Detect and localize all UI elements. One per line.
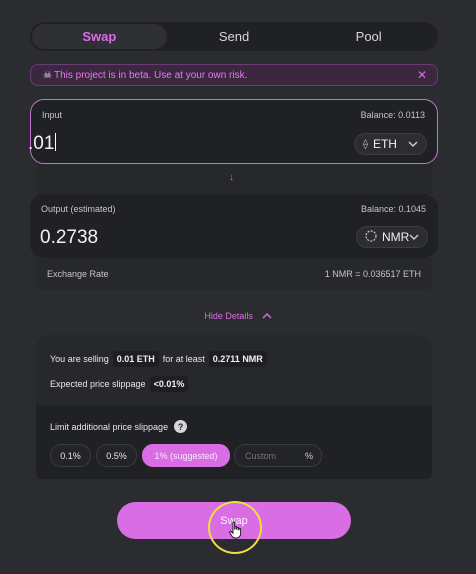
custom-slippage-input[interactable]	[245, 450, 301, 461]
slippage-option-0-1[interactable]: 0.1%	[50, 444, 91, 467]
chevron-down-icon	[408, 139, 418, 150]
tab-bar: Swap Send Pool	[30, 22, 438, 51]
input-token-selector[interactable]: ⟠ ETH	[354, 133, 427, 155]
input-token-symbol: ETH	[372, 137, 397, 151]
exchange-rate-label: Exchange Rate	[47, 269, 109, 279]
slippage-value: <0.01%	[149, 376, 189, 392]
arrow-down-icon[interactable]: ↓	[229, 172, 234, 183]
input-panel: Input Balance: 0.0113 .01 ⟠ ETH	[28, 99, 438, 164]
output-token-symbol: NMR	[382, 230, 410, 244]
selling-summary: You are selling 0.01 ETH for at least 0.…	[50, 351, 267, 367]
input-amount-field[interactable]: .01	[28, 133, 56, 155]
exchange-rate-value: 1 NMR = 0.036517 ETH	[324, 269, 421, 279]
chevron-down-icon	[409, 232, 419, 243]
min-received: 0.2711 NMR	[208, 351, 267, 367]
help-icon[interactable]: ?	[174, 420, 188, 433]
slippage-limit-section: Limit additional price slippage ? 0.1% 0…	[36, 405, 432, 479]
percent-unit: %	[304, 450, 313, 461]
output-token-selector[interactable]: NMR	[356, 226, 428, 248]
tab-pool[interactable]: Pool	[301, 24, 436, 49]
tab-send[interactable]: Send	[167, 24, 302, 49]
slippage-option-1-suggested[interactable]: 1% (suggested)	[142, 444, 230, 467]
hand-cursor-icon	[229, 521, 243, 544]
input-balance: Balance: 0.0113	[360, 110, 425, 120]
slippage-label: Expected price slippage	[50, 379, 146, 389]
slippage-limit-label: Limit additional price slippage	[50, 421, 169, 432]
skull-icon: ☠	[43, 69, 52, 81]
selling-amount: 0.01 ETH	[112, 351, 159, 367]
nmr-icon	[365, 229, 377, 245]
hide-details-toggle[interactable]: Hide Details	[0, 311, 476, 322]
output-label: Output (estimated)	[41, 204, 116, 214]
beta-warning-banner: ☠ This project is in beta. Use at your o…	[30, 64, 438, 86]
slippage-limit-label-row: Limit additional price slippage ?	[50, 420, 188, 433]
selling-prefix: You are selling	[50, 354, 109, 364]
swap-direction-strip	[36, 164, 432, 194]
details-panel: You are selling 0.01 ETH for at least 0.…	[36, 335, 432, 479]
slippage-summary: Expected price slippage <0.01%	[50, 376, 189, 392]
output-balance: Balance: 0.1045	[360, 204, 426, 214]
chevron-up-icon	[259, 311, 272, 322]
custom-slippage-field[interactable]: %	[234, 444, 322, 467]
beta-warning-text: This project is in beta. Use at your own…	[53, 69, 248, 81]
output-amount-field[interactable]: 0.2738	[40, 227, 98, 249]
tab-swap[interactable]: Swap	[32, 24, 167, 49]
output-panel: Output (estimated) Balance: 0.1045 0.273…	[30, 194, 438, 258]
hide-details-label: Hide Details	[204, 311, 253, 321]
slippage-option-0-5[interactable]: 0.5%	[96, 444, 137, 467]
selling-middle: for at least	[162, 354, 205, 364]
eth-icon: ⟠	[363, 138, 368, 150]
input-label: Input	[42, 110, 63, 120]
exchange-rate-row: Exchange Rate 1 NMR = 0.036517 ETH	[36, 258, 432, 290]
close-icon[interactable]: ✕	[417, 68, 427, 82]
